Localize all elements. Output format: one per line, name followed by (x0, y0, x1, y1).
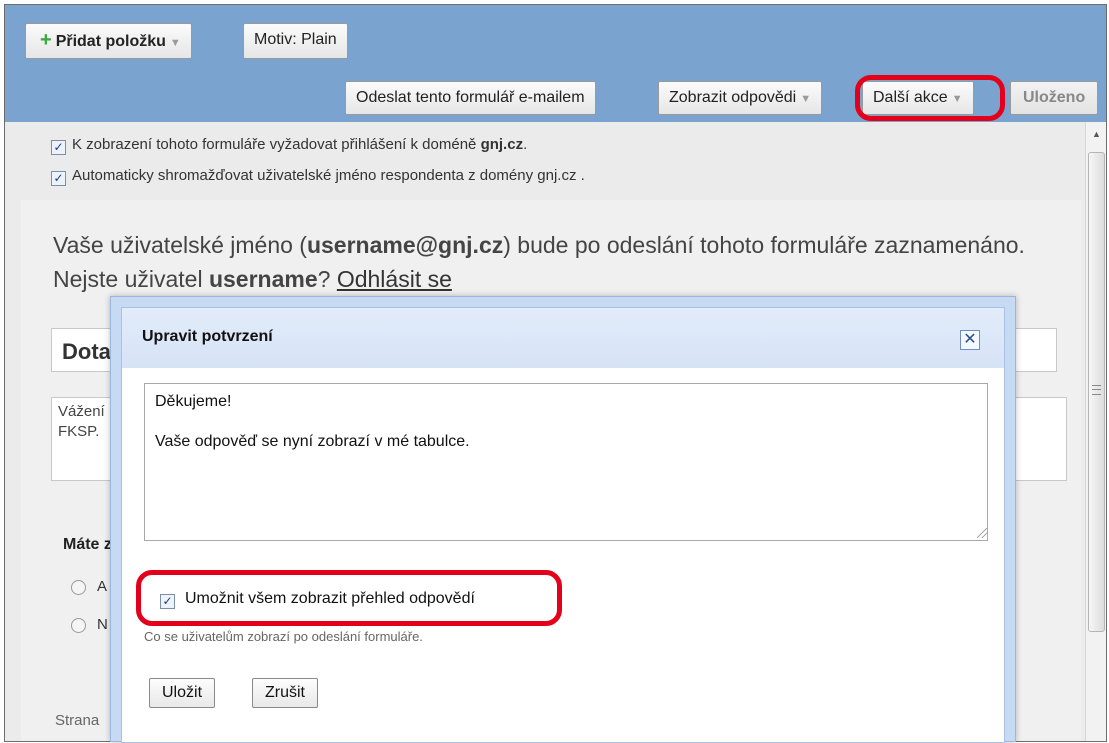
confirmation-textarea[interactable]: Děkujeme! Vaše odpověď se nyní zobrazí v… (144, 383, 988, 541)
toolbar: + Přidat položku ▼ Motiv: Plain Odeslat te… (5, 5, 1106, 122)
theme-label: Motiv: Plain (254, 31, 337, 48)
require-login-suffix: . (523, 136, 528, 153)
radio-option-yes[interactable] (71, 580, 86, 595)
red-highlight-more-actions (855, 75, 1005, 121)
note-user: username (208, 266, 318, 292)
scroll-thumb[interactable] (1088, 152, 1105, 632)
chevron-down-icon: ▼ (169, 37, 181, 49)
dialog-hint: Co se uživatelům zobrazí po odeslání for… (144, 629, 423, 644)
scroll-up-arrow-icon[interactable]: ▲ (1086, 122, 1106, 144)
note-part3: ? (317, 266, 337, 292)
require-login-setting: ✓ K zobrazení tohoto formuláře vyžadovat … (51, 136, 527, 155)
collect-username-text: Automaticky shromažďovat uživatelské jmé… (72, 167, 585, 184)
page-label: Strana (55, 712, 100, 729)
radio-label-yes: A (97, 578, 108, 595)
note-part1: Vaše uživatelské jméno ( (53, 232, 307, 258)
dialog-body: Upravit potvrzení ✕ Děkujeme! Vaše odpov… (121, 307, 1005, 743)
edit-confirmation-dialog: Upravit potvrzení ✕ Děkujeme! Vaše odpov… (110, 296, 1016, 743)
question-title: Máte z (63, 536, 112, 553)
radio-option-no[interactable] (71, 618, 86, 633)
saved-button[interactable]: Uloženo (1010, 81, 1099, 115)
dialog-header: Upravit potvrzení ✕ (122, 308, 1004, 368)
saved-label: Uloženo (1023, 89, 1086, 106)
save-button[interactable]: Uložit (149, 678, 216, 708)
require-login-domain: gnj.cz (480, 136, 524, 153)
close-icon[interactable]: ✕ (960, 330, 980, 350)
email-form-button[interactable]: Odeslat tento formulář e-mailem (345, 81, 596, 115)
plus-icon: + (40, 29, 52, 51)
cancel-button[interactable]: Zrušit (252, 678, 318, 708)
collect-username-setting: ✓ Automaticky shromažďovat uživatelské jm… (51, 167, 585, 186)
chevron-down-icon: ▼ (800, 93, 812, 105)
collect-username-checkbox[interactable]: ✓ (51, 171, 66, 186)
resize-handle-icon[interactable] (977, 528, 987, 538)
dialog-title: Upravit potvrzení (142, 328, 273, 345)
red-highlight-share-summary (136, 570, 562, 626)
theme-button[interactable]: Motiv: Plain (243, 23, 348, 59)
vertical-scrollbar[interactable]: ▲ (1085, 122, 1106, 741)
require-login-checkbox[interactable]: ✓ (51, 140, 66, 155)
view-responses-button[interactable]: Zobrazit odpovědi ▼ (658, 81, 823, 115)
require-login-text: K zobrazení tohoto formuláře vyžadovat p… (72, 136, 481, 153)
add-item-label: Přidat položku (55, 33, 166, 50)
form-title-text: Dota (62, 339, 111, 364)
view-responses-label: Zobrazit odpovědi (669, 89, 797, 106)
username-note: Vaše uživatelské jméno (username@gnj.cz)… (53, 228, 1033, 296)
add-item-button[interactable]: + Přidat položku ▼ (25, 23, 192, 59)
radio-label-no: N (97, 616, 108, 633)
grip-icon (1092, 385, 1101, 395)
logout-link[interactable]: Odhlásit se (337, 266, 452, 292)
email-form-label: Odeslat tento formulář e-mailem (356, 89, 585, 106)
note-username: username@gnj.cz (306, 232, 504, 258)
